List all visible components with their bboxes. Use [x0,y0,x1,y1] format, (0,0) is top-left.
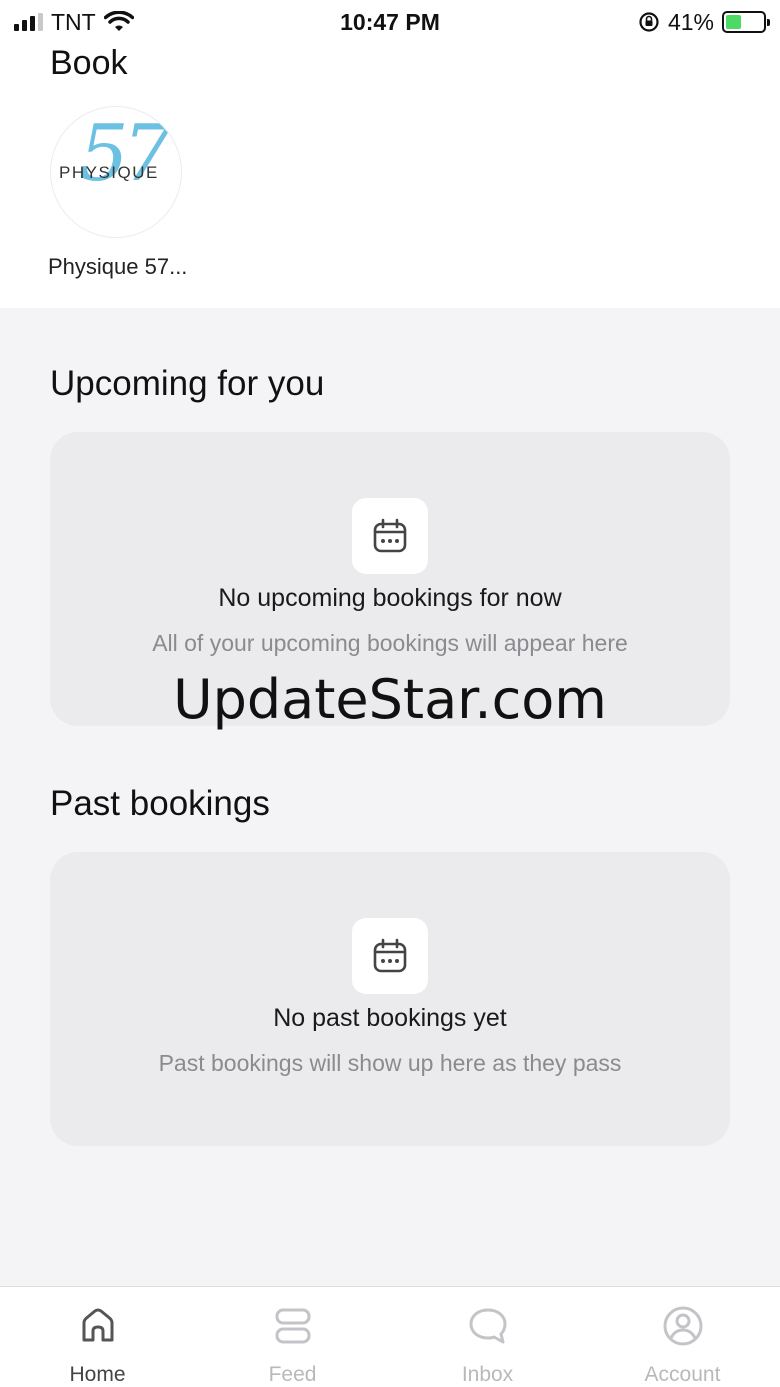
signal-icon [14,13,43,31]
page-title: Book [50,44,128,82]
battery-charging-icon [722,11,770,33]
upcoming-empty-title: No upcoming bookings for now [218,584,562,612]
studio-name[interactable]: Physique 57... [48,254,198,280]
past-empty-subtitle: Past bookings will show up here as they … [158,1050,622,1076]
tab-label: Account [644,1363,721,1386]
studio-card[interactable]: 57 PHYSIQUE Physique 57... [48,106,198,280]
upcoming-title: Upcoming for you [50,364,325,403]
past-card: No past bookings yet Past bookings will … [50,852,730,1146]
watermark: UpdateStar.com [173,668,607,731]
home-icon [77,1305,119,1347]
tab-feed[interactable]: Feed [195,1287,390,1387]
status-left: TNT [14,9,134,36]
main-content: Upcoming for you No upcoming bookings fo… [0,308,780,1286]
past-empty-title: No past bookings yet [273,1004,507,1032]
calendar-icon [352,498,428,574]
tab-label: Feed [268,1363,317,1386]
header: Book 57 PHYSIQUE Physique 57... [0,44,780,308]
tab-account[interactable]: Account [585,1287,780,1387]
wifi-icon [103,11,134,31]
tab-home[interactable]: Home [0,1287,195,1387]
status-right: 41% [638,8,770,36]
feed-icon [272,1305,314,1347]
battery-percent: 41% [667,8,714,35]
tab-label: Inbox [461,1363,514,1386]
user-icon [662,1305,704,1347]
calendar-icon [352,918,428,994]
tab-inbox[interactable]: Inbox [390,1287,585,1387]
chat-bubble-icon [467,1305,509,1347]
tab-bar: Home Feed Inbox Account [0,1286,780,1387]
past-title: Past bookings [50,784,270,823]
status-bar: TNT 10:47 PM 41% [0,0,780,44]
tab-label: Home [69,1363,126,1386]
orientation-lock-icon [639,12,659,32]
carrier-label: TNT [51,8,96,35]
studio-logo[interactable]: 57 PHYSIQUE [50,106,182,238]
upcoming-empty-subtitle: All of your upcoming bookings will appea… [152,630,628,656]
logo-wordmark: PHYSIQUE [59,163,159,182]
